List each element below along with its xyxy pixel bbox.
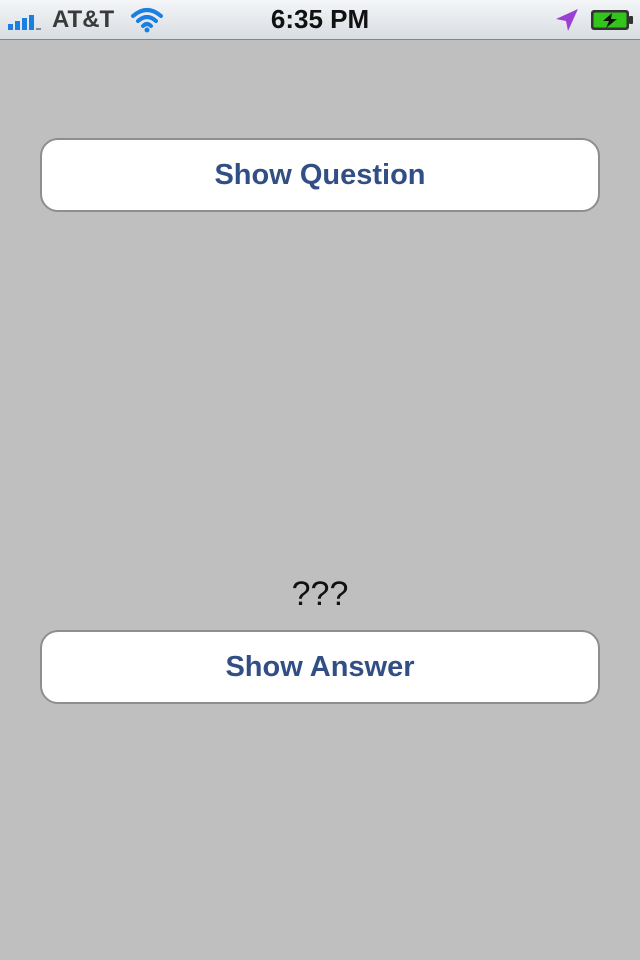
location-arrow-icon	[556, 9, 578, 31]
status-time: 6:35 PM	[270, 4, 370, 34]
status-bar: AT&T 6:35 PM	[0, 0, 640, 40]
battery-charging-icon	[591, 10, 633, 30]
show-answer-button[interactable]: Show Answer	[40, 630, 600, 704]
answer-text: ???	[291, 575, 349, 613]
show-question-button[interactable]: Show Question	[40, 138, 600, 212]
